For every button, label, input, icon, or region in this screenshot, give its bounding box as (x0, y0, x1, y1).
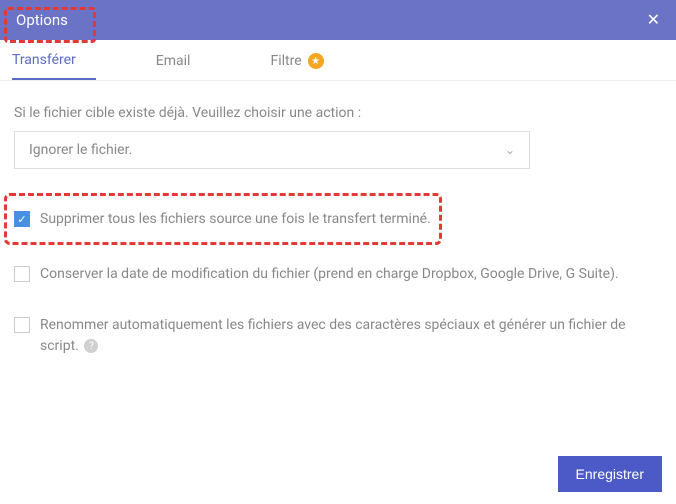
existing-file-label: Si le fichier cible existe déjà. Veuille… (14, 105, 662, 121)
dialog-title-wrapper: Options (16, 11, 68, 29)
tab-transfer[interactable]: Transférer (12, 40, 96, 80)
existing-file-select[interactable]: Ignorer le fichier. ⌄ (14, 131, 530, 169)
option-rename-row: Renommer automatiquement les fichiers av… (14, 315, 662, 357)
checkbox-rename[interactable] (14, 317, 30, 333)
tabs-bar: Transférer Email Filtre ★ (0, 40, 676, 81)
tab-email[interactable]: Email (156, 40, 211, 80)
tab-email-label: Email (156, 53, 191, 69)
option-delete-source-label: Supprimer tous les fichiers source une f… (40, 209, 431, 230)
save-button[interactable]: Enregistrer (558, 456, 662, 492)
option-rename-text: Renommer automatiquement les fichiers av… (40, 317, 626, 354)
dialog-footer: Enregistrer (558, 456, 662, 492)
help-icon[interactable]: ? (84, 339, 98, 353)
checkbox-keep-date[interactable] (14, 266, 30, 282)
select-value: Ignorer le fichier. (29, 142, 132, 158)
tab-filter-label: Filtre (270, 53, 301, 69)
option-keep-date-label: Conserver la date de modification du fic… (40, 264, 619, 285)
close-icon[interactable]: ✕ (647, 12, 660, 28)
dialog-title: Options (16, 11, 68, 29)
star-icon: ★ (308, 53, 324, 69)
tab-transfer-label: Transférer (12, 52, 76, 68)
content-area: Si le fichier cible existe déjà. Veuille… (0, 81, 676, 357)
tab-filter[interactable]: Filtre ★ (270, 40, 343, 80)
option-delete-source-row: Supprimer tous les fichiers source une f… (14, 209, 431, 230)
option-keep-date-row: Conserver la date de modification du fic… (14, 264, 662, 285)
chevron-down-icon: ⌄ (505, 143, 515, 157)
dialog-header: Options ✕ (0, 0, 676, 40)
checkbox-delete-source[interactable] (14, 211, 30, 227)
option-rename-label: Renommer automatiquement les fichiers av… (40, 315, 662, 357)
